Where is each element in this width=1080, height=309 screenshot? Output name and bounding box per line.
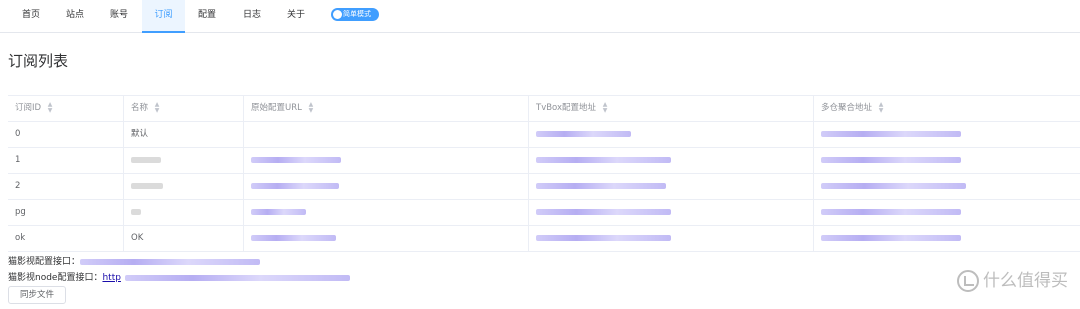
- watermark-logo-icon: [957, 270, 979, 292]
- column-header-tvbox-url[interactable]: TvBox配置地址 ▲ ▼: [528, 96, 813, 121]
- column-header-label: 名称: [131, 103, 149, 113]
- column-header-multi-url[interactable]: 多仓聚合地址 ▲ ▼: [813, 96, 1080, 121]
- cat-node-api-line: 猫影视node配置接口：http: [8, 270, 350, 283]
- watermark-text: 什么值得买: [983, 271, 1068, 291]
- redacted-link[interactable]: [821, 130, 961, 137]
- redacted-link[interactable]: [251, 234, 336, 241]
- table-header-row: 订阅ID ▲ ▼ 名称 ▲ ▼ 原始配置URL ▲ ▼ TvBox配置地址 ▲ ▼ 多仓…: [8, 96, 1080, 122]
- redacted-text: [131, 182, 163, 189]
- cell-id: ok: [15, 233, 26, 243]
- page-title: 订阅列表: [8, 52, 69, 70]
- column-header-label: 订阅ID: [15, 103, 42, 113]
- nav-item-sites[interactable]: 站点: [56, 0, 94, 33]
- redacted-link[interactable]: [821, 182, 966, 189]
- cell-name: 默认: [123, 122, 243, 147]
- cell-source-url[interactable]: [243, 200, 528, 225]
- table-row: 0 默认: [8, 122, 1080, 148]
- nav-item-logs[interactable]: 日志: [233, 0, 271, 33]
- nav-item-home[interactable]: 首页: [12, 0, 50, 33]
- nav-item-about[interactable]: 关于: [277, 0, 315, 33]
- cell-id: 0: [15, 129, 21, 139]
- cell-source-url: [243, 122, 528, 147]
- sort-icon[interactable]: ▲ ▼: [309, 101, 314, 114]
- column-header-source-url[interactable]: 原始配置URL ▲ ▼: [243, 96, 528, 121]
- cell-multi-url[interactable]: [813, 200, 1080, 225]
- redacted-link[interactable]: [821, 156, 961, 163]
- redacted-link[interactable]: [821, 234, 961, 241]
- simple-mode-label: 简单模式: [343, 10, 371, 18]
- cell-tvbox-url[interactable]: [528, 174, 813, 199]
- cell-name: [123, 174, 243, 199]
- simple-mode-toggle[interactable]: 简单模式: [331, 8, 379, 21]
- column-header-label: 原始配置URL: [251, 103, 302, 113]
- sort-icon[interactable]: ▲ ▼: [48, 101, 53, 114]
- cell-source-url[interactable]: [243, 148, 528, 173]
- redacted-link[interactable]: [536, 130, 631, 137]
- table-row: ok OK: [8, 226, 1080, 252]
- sort-icon[interactable]: ▲ ▼: [603, 101, 608, 114]
- toggle-knob: [333, 10, 342, 19]
- redacted-link[interactable]: [536, 234, 671, 241]
- cell-tvbox-url[interactable]: [528, 200, 813, 225]
- redacted-link[interactable]: [124, 274, 350, 281]
- redacted-text: [131, 156, 161, 163]
- subscription-table: 订阅ID ▲ ▼ 名称 ▲ ▼ 原始配置URL ▲ ▼ TvBox配置地址 ▲ ▼ 多仓…: [8, 95, 1080, 252]
- cell-id: pg: [15, 207, 26, 217]
- cat-node-api-label: 猫影视node配置接口：: [8, 273, 103, 283]
- cell-name: OK: [123, 226, 243, 251]
- nav-item-accounts[interactable]: 账号: [100, 0, 138, 33]
- column-header-name[interactable]: 名称 ▲ ▼: [123, 96, 243, 121]
- redacted-link[interactable]: [251, 208, 306, 215]
- nav-item-subscriptions[interactable]: 订阅: [142, 0, 185, 33]
- cell-source-url[interactable]: [243, 226, 528, 251]
- cell-id: 1: [15, 155, 21, 165]
- cell-name: [123, 200, 243, 225]
- cat-api-label: 猫影视配置接口：: [8, 257, 81, 267]
- sort-icon[interactable]: ▲ ▼: [155, 101, 160, 114]
- cell-name: [123, 148, 243, 173]
- redacted-link[interactable]: [536, 156, 671, 163]
- redacted-link[interactable]: [251, 156, 341, 163]
- cell-id: 2: [15, 181, 21, 191]
- cell-multi-url[interactable]: [813, 174, 1080, 199]
- watermark: 什么值得买: [957, 266, 1068, 292]
- top-nav: 首页 站点 账号 订阅 配置 日志 关于 简单模式: [0, 0, 1080, 33]
- cat-api-line: 猫影视配置接口：: [8, 254, 261, 267]
- table-row: pg: [8, 200, 1080, 226]
- sort-icon[interactable]: ▲ ▼: [879, 101, 884, 114]
- table-row: 2: [8, 174, 1080, 200]
- cat-node-api-link[interactable]: http: [102, 273, 120, 283]
- redacted-link[interactable]: [821, 208, 961, 215]
- redacted-text: [131, 208, 141, 215]
- cell-source-url[interactable]: [243, 174, 528, 199]
- redacted-link[interactable]: [536, 208, 671, 215]
- column-header-label: TvBox配置地址: [536, 103, 597, 113]
- cell-multi-url[interactable]: [813, 226, 1080, 251]
- column-header-id[interactable]: 订阅ID ▲ ▼: [8, 96, 123, 121]
- sync-files-button[interactable]: 同步文件: [8, 286, 66, 304]
- cat-api-link[interactable]: [80, 258, 261, 265]
- table-row: 1: [8, 148, 1080, 174]
- redacted-link[interactable]: [536, 182, 666, 189]
- column-header-label: 多仓聚合地址: [821, 103, 873, 113]
- cell-tvbox-url[interactable]: [528, 226, 813, 251]
- nav-item-config[interactable]: 配置: [188, 0, 226, 33]
- cell-tvbox-url[interactable]: [528, 148, 813, 173]
- cell-tvbox-url[interactable]: [528, 122, 813, 147]
- cell-multi-url[interactable]: [813, 122, 1080, 147]
- cell-multi-url[interactable]: [813, 148, 1080, 173]
- redacted-link[interactable]: [251, 182, 339, 189]
